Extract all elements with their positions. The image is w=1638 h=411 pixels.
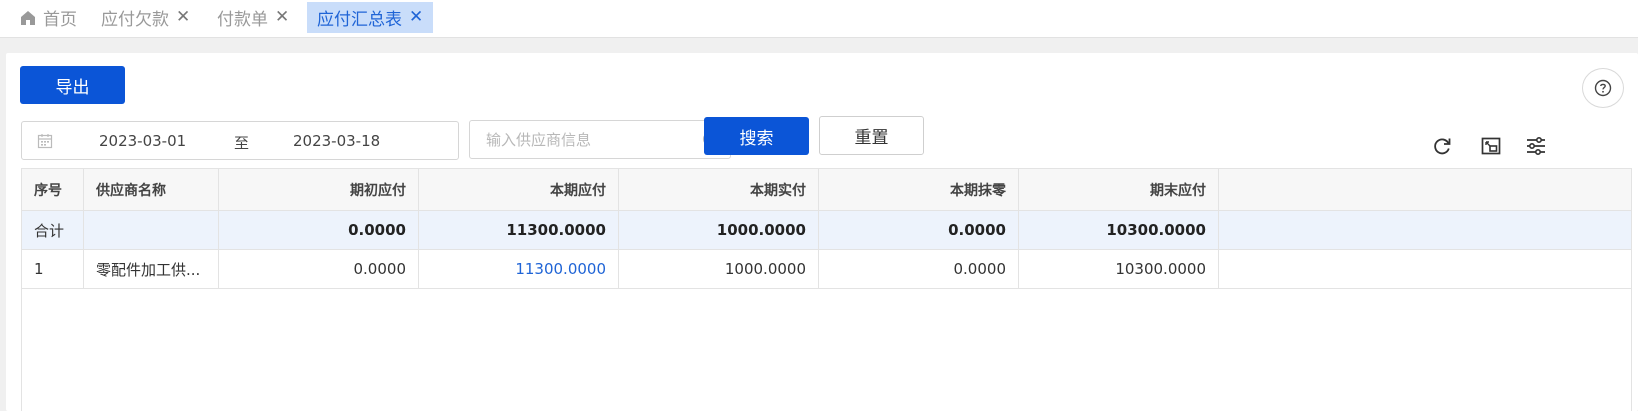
column-header-opening[interactable]: 期初应付 xyxy=(219,169,419,210)
column-header-current-payable[interactable]: 本期应付 xyxy=(419,169,619,210)
tab-payment-slip[interactable]: 付款单 ✕ xyxy=(207,2,299,33)
column-header-current-paid[interactable]: 本期实付 xyxy=(619,169,819,210)
main-panel: 导出 2023-03-01 至 2023-03-18 输入供应商信息 搜索 重置… xyxy=(6,53,1638,411)
total-label: 合计 xyxy=(22,211,84,249)
current-payable-link[interactable]: 11300.0000 xyxy=(515,260,606,278)
tab-label: 首页 xyxy=(43,10,77,30)
date-end[interactable]: 2023-03-18 xyxy=(293,132,380,150)
total-row: 合计 0.0000 11300.0000 1000.0000 0.0000 10… xyxy=(22,211,1631,250)
row-opening: 0.0000 xyxy=(219,250,419,288)
row-filler xyxy=(1219,250,1631,288)
tab-label: 付款单 xyxy=(217,10,268,30)
column-header-closing[interactable]: 期末应付 xyxy=(1019,169,1219,210)
column-header-index[interactable]: 序号 xyxy=(22,169,84,210)
tab-label: 应付汇总表 xyxy=(317,10,402,30)
date-start[interactable]: 2023-03-01 xyxy=(99,132,186,150)
row-current-paid: 1000.0000 xyxy=(619,250,819,288)
column-header-supplier[interactable]: 供应商名称 xyxy=(84,169,219,210)
export-button[interactable]: 导出 xyxy=(20,66,125,104)
total-closing: 10300.0000 xyxy=(1019,211,1219,249)
tab-home[interactable]: 首页 xyxy=(10,2,87,33)
supplier-search-box xyxy=(469,120,731,159)
tab-payable-debt[interactable]: 应付欠款 ✕ xyxy=(91,2,200,33)
refresh-icon[interactable] xyxy=(1431,135,1453,157)
tab-label: 应付欠款 xyxy=(101,10,169,30)
row-current-writeoff: 0.0000 xyxy=(819,250,1019,288)
total-current-writeoff: 0.0000 xyxy=(819,211,1019,249)
close-icon[interactable]: ✕ xyxy=(275,9,289,26)
help-button[interactable] xyxy=(1582,68,1624,108)
payable-summary-table: 序号 供应商名称 期初应付 本期应付 本期实付 本期抹零 期末应付 合计 0.0… xyxy=(21,168,1632,411)
column-header-filler xyxy=(1219,169,1631,210)
table-header-row: 序号 供应商名称 期初应付 本期应付 本期实付 本期抹零 期末应付 xyxy=(22,169,1631,211)
column-settings-icon[interactable] xyxy=(1525,135,1547,157)
close-icon[interactable]: ✕ xyxy=(176,9,190,26)
row-current-payable-cell: 11300.0000 xyxy=(419,250,619,288)
tab-bar: 首页 应付欠款 ✕ 付款单 ✕ 应付汇总表 ✕ xyxy=(0,0,1638,38)
fullscreen-icon[interactable] xyxy=(1480,135,1502,157)
table-row[interactable]: 1 零配件加工供... 0.0000 11300.0000 1000.0000 … xyxy=(22,250,1631,289)
search-button[interactable]: 搜索 xyxy=(704,117,809,155)
total-filler xyxy=(1219,211,1631,249)
row-index: 1 xyxy=(22,250,84,288)
total-current-paid: 1000.0000 xyxy=(619,211,819,249)
help-circle-icon xyxy=(1594,79,1612,97)
total-name xyxy=(84,211,219,249)
row-closing: 10300.0000 xyxy=(1019,250,1219,288)
row-supplier-name: 零配件加工供... xyxy=(84,250,219,288)
total-opening: 0.0000 xyxy=(219,211,419,249)
date-separator: 至 xyxy=(234,134,250,152)
calendar-icon xyxy=(37,134,53,149)
tab-payable-summary[interactable]: 应付汇总表 ✕ xyxy=(307,2,434,33)
column-header-current-writeoff[interactable]: 本期抹零 xyxy=(819,169,1019,210)
close-icon[interactable]: ✕ xyxy=(409,9,423,26)
date-range-picker[interactable]: 2023-03-01 至 2023-03-18 xyxy=(21,121,459,160)
reset-button[interactable]: 重置 xyxy=(819,116,924,155)
home-icon xyxy=(21,10,35,25)
total-current-payable: 11300.0000 xyxy=(419,211,619,249)
supplier-search-input[interactable] xyxy=(486,121,696,158)
